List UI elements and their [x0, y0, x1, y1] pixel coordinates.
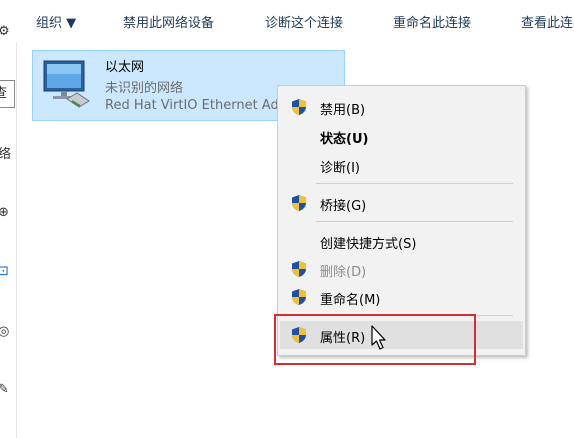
menu-item-status[interactable]: 状态(U)	[280, 123, 523, 149]
gear-icon[interactable]: ⚙	[0, 22, 16, 42]
globe-icon[interactable]: ⊕	[0, 203, 16, 223]
menu-item-label: 状态(U)	[320, 132, 369, 147]
uac-shield-icon	[292, 289, 306, 305]
uac-shield-icon	[292, 99, 306, 115]
menu-item-label: 禁用(B)	[320, 103, 366, 118]
network-adapter-icon	[43, 60, 90, 108]
disable-device-button[interactable]: 禁用此网络设备	[123, 12, 214, 31]
adapter-name: 以太网	[105, 60, 145, 75]
menu-item-rename[interactable]: 重命名(M)	[280, 284, 523, 310]
menu-item-diagnose[interactable]: 诊断(I)	[280, 152, 523, 178]
menu-item-delete: 删除(D)	[280, 256, 523, 282]
diagnose-connection-button[interactable]: 诊断这个连接	[265, 12, 343, 31]
menu-item-label: 桥接(G)	[320, 199, 367, 214]
menu-separator	[316, 221, 513, 222]
menu-item-disable[interactable]: 禁用(B)	[280, 94, 523, 120]
nav-label-fragment: 络	[0, 145, 16, 165]
context-menu: 禁用(B) 状态(U) 诊断(I) 桥接(G) 创建快捷方式(S) 删除(D) …	[277, 85, 526, 356]
tools-icon[interactable]: ✎	[0, 380, 16, 400]
menu-item-bridge[interactable]: 桥接(G)	[280, 190, 523, 216]
search-input-fragment[interactable]: 查	[0, 80, 15, 108]
menu-item-properties[interactable]: 属性(R)	[280, 321, 523, 349]
uac-shield-icon	[292, 195, 306, 211]
organize-button[interactable]: 组织 ▼	[36, 12, 76, 31]
left-window-strip: ⚙ 查 络 ⊕ ⊡ ◎ ✎	[0, 0, 17, 438]
wifi-icon[interactable]: ◎	[0, 322, 16, 342]
view-status-button[interactable]: 查看此连	[521, 12, 573, 31]
command-toolbar: 组织 ▼ 禁用此网络设备 诊断这个连接 重命名此连接 查看此连	[16, 0, 574, 42]
menu-item-label: 重命名(M)	[320, 293, 381, 308]
menu-separator	[316, 183, 513, 184]
menu-item-label: 属性(R)	[320, 331, 366, 346]
adapter-status: 未识别的网络	[105, 81, 184, 96]
menu-item-label: 删除(D)	[320, 265, 367, 280]
monitor-icon[interactable]: ⊡	[0, 262, 16, 282]
menu-item-label: 创建快捷方式(S)	[320, 237, 417, 252]
mouse-cursor-icon	[371, 325, 386, 350]
uac-shield-icon	[292, 327, 306, 343]
uac-shield-icon	[292, 261, 306, 277]
rename-connection-button[interactable]: 重命名此连接	[393, 12, 471, 31]
menu-item-label: 诊断(I)	[320, 161, 360, 176]
menu-separator	[316, 315, 513, 316]
menu-item-create-shortcut[interactable]: 创建快捷方式(S)	[280, 228, 523, 254]
